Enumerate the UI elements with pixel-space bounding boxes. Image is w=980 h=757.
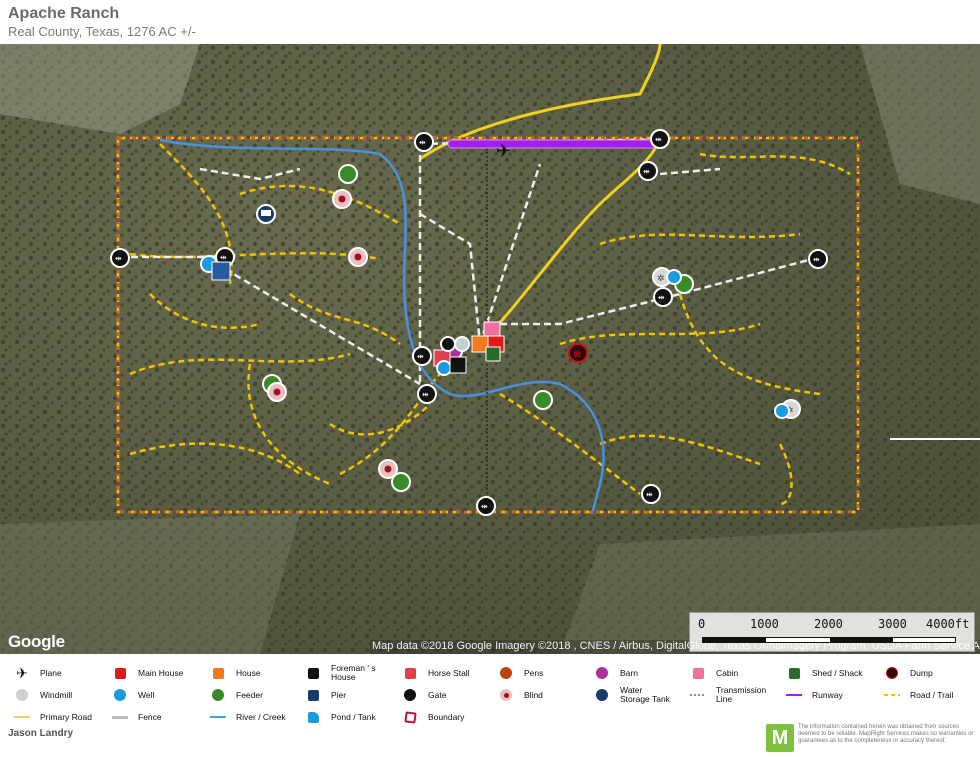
svg-text:⇹: ⇹ [422,390,429,399]
svg-text:✲: ✲ [657,273,665,283]
svg-text:⊗: ⊗ [573,349,581,360]
legend-primary-road: Primary Road [14,708,92,726]
barn-icon [594,665,610,681]
plane-icon[interactable]: ✈ [496,141,511,161]
legend-house: House [210,664,261,682]
scale-label: 1000 [750,617,779,631]
runway[interactable] [447,139,659,149]
svg-text:⇹: ⇹ [417,352,424,361]
map-subtitle: Real County, Texas, 1276 AC +/- [8,24,196,39]
windmill-icon [14,687,30,703]
foreman-house-icon [305,665,321,681]
svg-text:⇹: ⇹ [481,502,488,511]
legend-foreman-house: Foreman ' s House [305,664,385,682]
legend-pond: Pond / Tank [305,708,376,726]
pier[interactable] [211,261,231,281]
feeder-icon [210,687,226,703]
google-logo: Google [8,632,65,651]
legend-river: River / Creek [210,708,286,726]
disclaimer: The information contained herein was obt… [798,724,974,744]
legend-pier: Pier [305,686,346,704]
water-tank-icon [594,687,610,703]
shed-icon [786,665,802,681]
satellite-map[interactable]: ✈ ⇹ ⇹ ⇹ ⇹ ⇹ ⇹ ⇹ ⇹ ⇹ ⇹ ⇹ ✲ ⊗ Google Map d… [0,44,980,654]
main-house-icon [112,665,128,681]
legend-main-house: Main House [112,664,183,682]
legend-plane: ✈ Plane [14,664,62,682]
svg-text:⇹: ⇹ [115,254,122,263]
legend-gate: Gate [402,686,446,704]
svg-text:⇹: ⇹ [655,135,662,144]
legend-cabin: Cabin [690,664,738,682]
pens-icon [498,665,514,681]
horse-stall-icon [402,665,418,681]
legend-runway: Runway [786,686,843,704]
house-icon [210,665,226,681]
legend-dump: Dump [884,664,933,682]
svg-text:⇹: ⇹ [419,138,426,147]
scale-bar: 0 1000 2000 3000 4000ft [689,612,975,652]
scale-label: 4000ft [926,617,970,631]
boundary-icon [402,709,418,725]
legend-water-tank: Water Storage Tank [594,686,674,704]
well-icon [112,687,128,703]
svg-text:⇹: ⇹ [646,490,653,499]
runway-icon [786,687,802,703]
agent-name: Jason Landry [8,728,74,739]
cabin-icon [690,665,706,681]
map-canvas: ✈ ⇹ ⇹ ⇹ ⇹ ⇹ ⇹ ⇹ ⇹ ⇹ ⇹ ⇹ ✲ ⊗ [0,44,980,654]
legend-road-trail: Road / Trail [884,686,953,704]
map-title: Apache Ranch [8,5,120,22]
legend-horse-stall: Horse Stall [402,664,470,682]
transmission-line-icon [690,687,706,703]
legend-windmill: Windmill [14,686,72,704]
svg-text:⇹: ⇹ [220,253,227,262]
svg-text:⇹: ⇹ [813,255,820,264]
plane-icon: ✈ [16,664,28,681]
legend-feeder: Feeder [210,686,263,704]
fence-icon [112,709,128,725]
scale-label: 3000 [878,617,907,631]
legend-barn: Barn [594,664,638,682]
river-icon [210,709,226,725]
legend-well: Well [112,686,154,704]
blind-icon [498,687,514,703]
scale-ruler [702,637,956,643]
road-trail-icon [884,687,900,703]
scale-label: 2000 [814,617,843,631]
svg-text:⇹: ⇹ [658,293,665,302]
primary-road-icon [14,709,30,725]
pier-icon [305,687,321,703]
pond-icon [305,709,321,725]
legend-blind: Blind [498,686,543,704]
water-storage-tank[interactable] [256,204,276,224]
scale-label: 0 [698,617,706,631]
legend-pens: Pens [498,664,543,682]
gate-icon [402,687,418,703]
mapright-logo: M [766,724,794,752]
legend-fence: Fence [112,708,162,726]
legend-transmission-line: Transmission Line [690,686,770,704]
legend-shed: Shed / Shack [786,664,863,682]
svg-text:⇹: ⇹ [643,167,650,176]
dump-icon [884,665,900,681]
legend-boundary: Boundary [402,708,464,726]
